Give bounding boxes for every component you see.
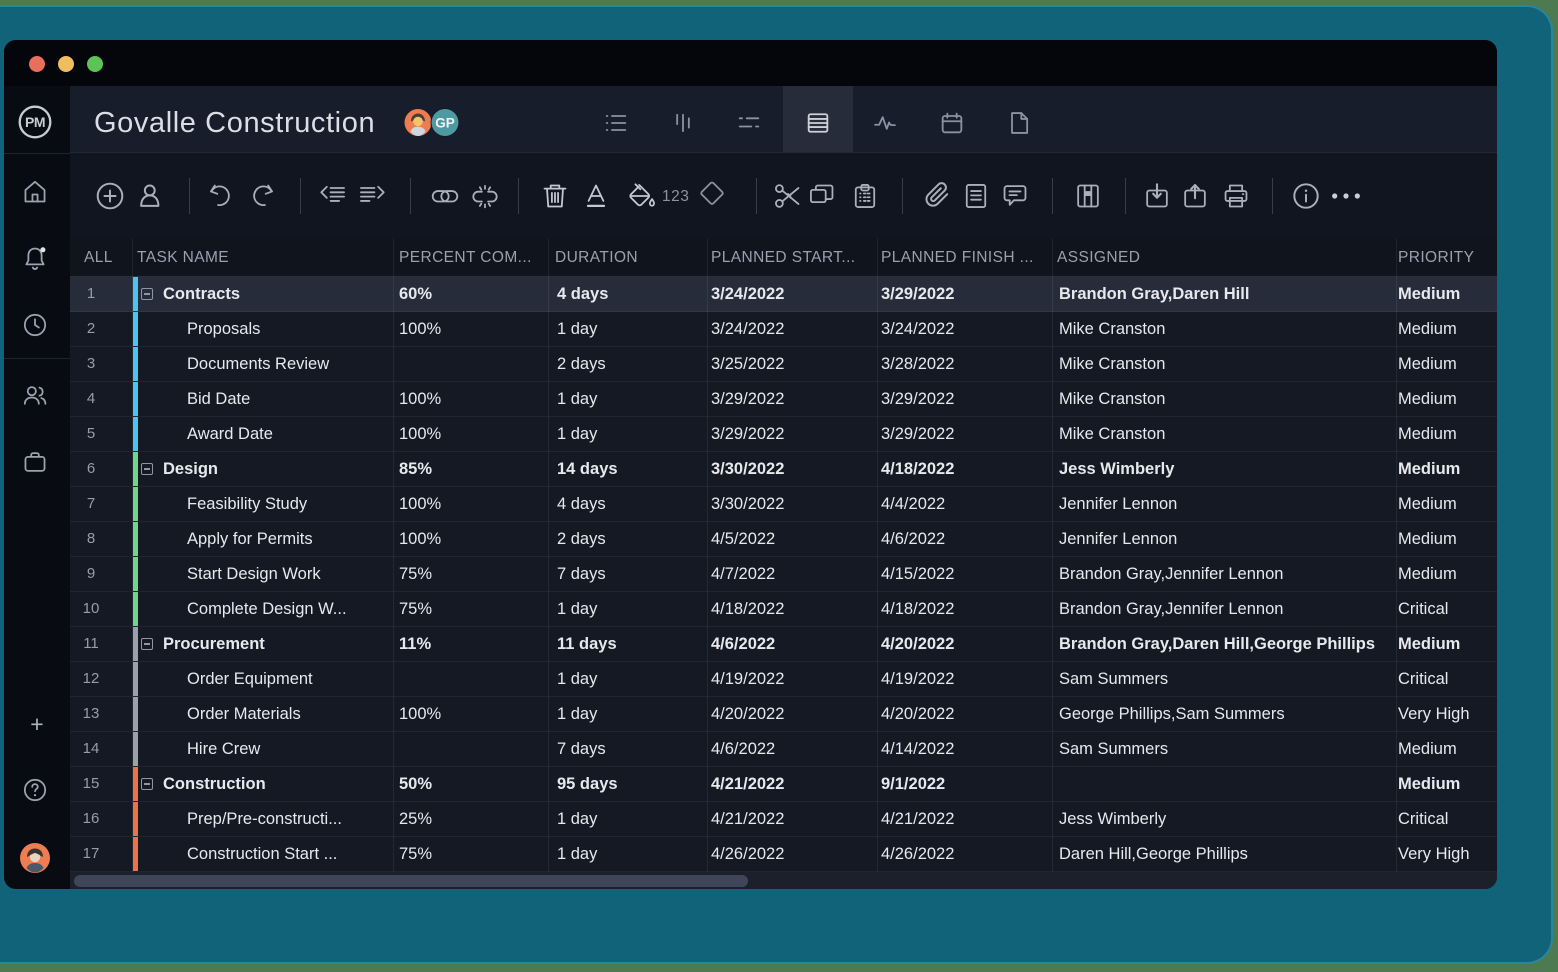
svg-text:PM: PM (25, 114, 45, 130)
svg-text:GP: GP (435, 116, 455, 131)
